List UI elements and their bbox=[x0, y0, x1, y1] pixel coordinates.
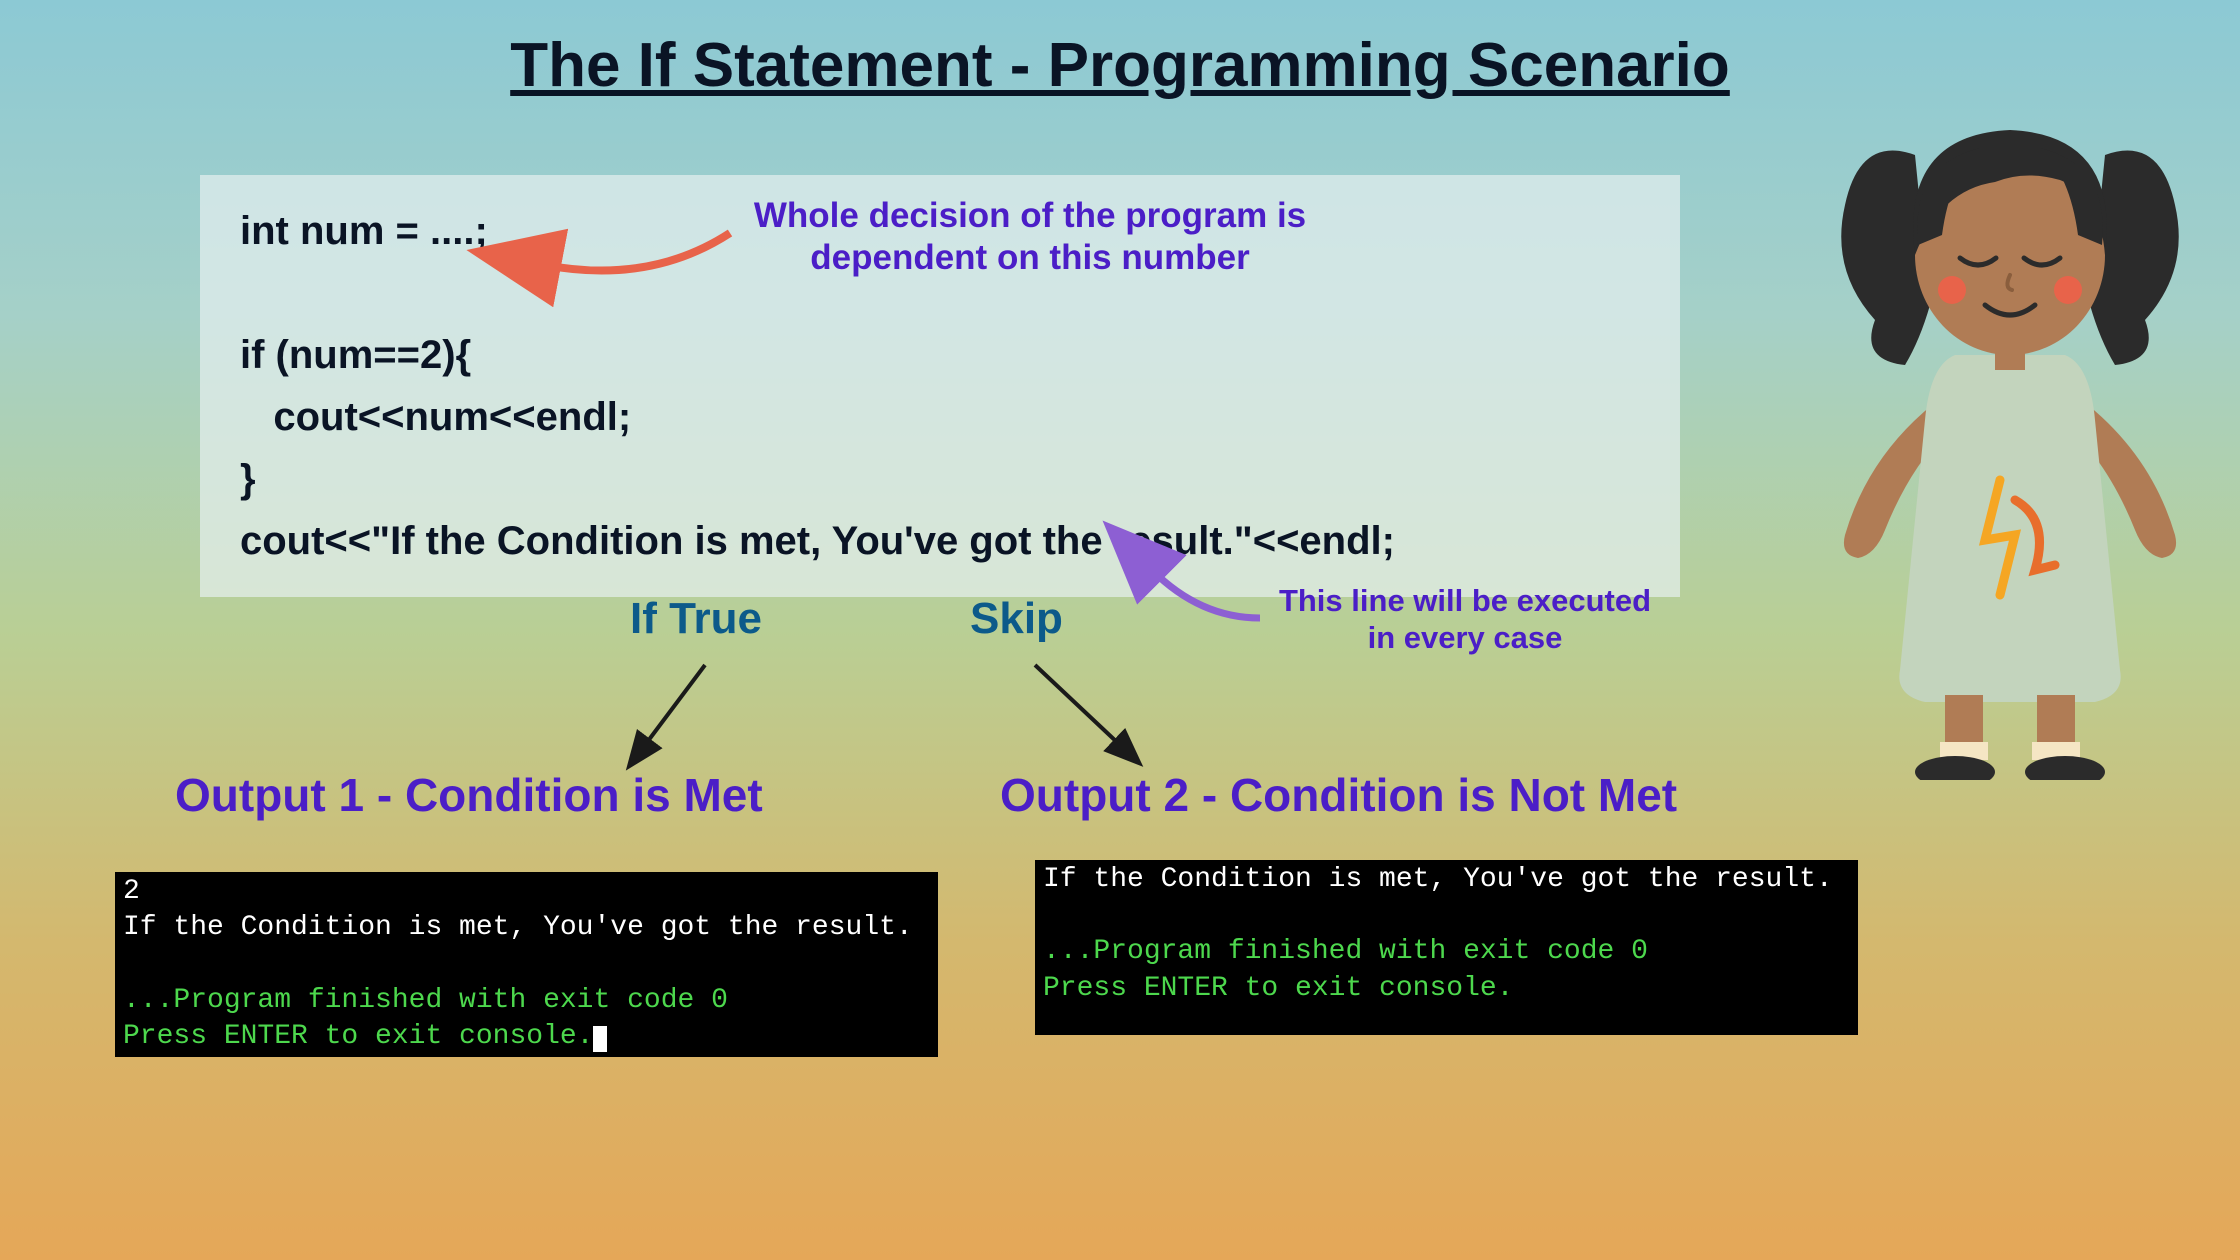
annotation-decision: Whole decision of the program is depende… bbox=[730, 195, 1330, 279]
page-title: The If Statement - Programming Scenario bbox=[510, 30, 1730, 101]
annotation-skip: Skip bbox=[970, 593, 1063, 646]
arrow-decision bbox=[530, 215, 750, 295]
console-output-2: If the Condition is met, You've got the … bbox=[1035, 860, 1858, 1035]
arrow-skip-down bbox=[1020, 660, 1140, 760]
console1-line4: Press ENTER to exit console. bbox=[123, 1021, 593, 1052]
output-heading-2: Output 2 - Condition is Not Met bbox=[1000, 768, 1677, 822]
character-illustration bbox=[1800, 80, 2220, 780]
code-line-5: cout<<"If the Condition is met, You've g… bbox=[240, 510, 1640, 572]
output-heading-1: Output 1 - Condition is Met bbox=[175, 768, 763, 822]
code-line-3: cout<<num<<endl; bbox=[240, 386, 1640, 448]
console2-line2: ...Program finished with exit code 0 bbox=[1043, 934, 1850, 970]
console2-line1: If the Condition is met, You've got the … bbox=[1043, 862, 1850, 898]
console1-line1: 2 bbox=[123, 874, 930, 910]
code-line-4: } bbox=[240, 448, 1640, 510]
arrow-every-case bbox=[1140, 558, 1280, 638]
code-line-2: if (num==2){ bbox=[240, 324, 1640, 386]
console1-line2: If the Condition is met, You've got the … bbox=[123, 910, 930, 946]
cursor-icon bbox=[593, 1026, 607, 1052]
arrow-if-true-down bbox=[620, 660, 720, 760]
console-output-1: 2 If the Condition is met, You've got th… bbox=[115, 872, 938, 1057]
annotation-if-true: If True bbox=[630, 593, 762, 646]
annotation-every-case: This line will be executed in every case bbox=[1265, 582, 1665, 656]
console2-line3: Press ENTER to exit console. bbox=[1043, 971, 1850, 1007]
console1-line3: ...Program finished with exit code 0 bbox=[123, 983, 930, 1019]
